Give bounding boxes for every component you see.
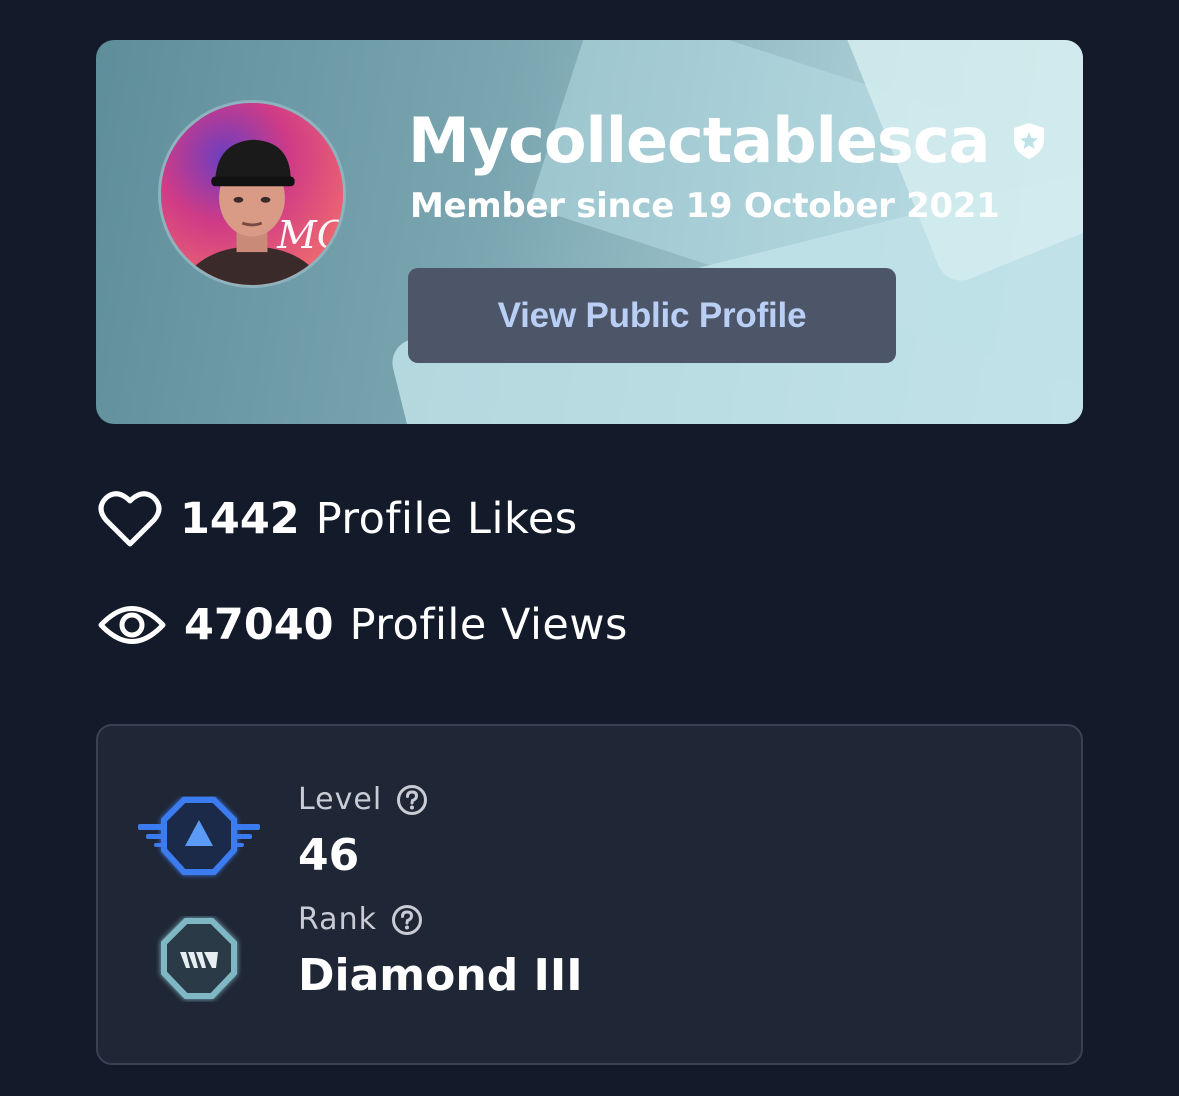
heart-icon[interactable] [98, 490, 162, 548]
level-badge-icon [138, 797, 260, 875]
avatar[interactable]: MC [158, 100, 346, 288]
rank-value: Diamond III [298, 950, 583, 1001]
view-public-profile-button[interactable]: View Public Profile [408, 268, 896, 363]
level-value: 46 [298, 830, 360, 881]
views-label: Profile Views [349, 600, 628, 650]
rank-label: Rank [298, 902, 377, 937]
likes-label: Profile Likes [315, 494, 578, 544]
member-since-text: Member since 19 October 2021 [410, 186, 1000, 226]
likes-count: 1442 [180, 494, 300, 544]
help-icon[interactable] [396, 784, 428, 816]
rank-label-row: Rank [298, 902, 423, 937]
views-count: 47040 [184, 600, 334, 650]
profile-likes-stat: 1442 Profile Likes [98, 490, 578, 548]
profile-page: MC Mycollectablesca Member since 19 Octo… [0, 0, 1179, 1096]
verified-shield-icon [1014, 122, 1045, 159]
eye-icon [98, 606, 166, 644]
rank-badge-icon [161, 918, 237, 999]
level-label-row: Level [298, 782, 428, 817]
level-label: Level [298, 782, 383, 817]
help-icon[interactable] [391, 904, 423, 936]
profile-views-stat: 47040 Profile Views [98, 600, 628, 650]
username: Mycollectablesca [408, 104, 990, 177]
level-rank-card: Level 46 Rank Diamond III [96, 724, 1083, 1065]
svg-text:MC: MC [276, 213, 343, 258]
profile-banner: MC Mycollectablesca Member since 19 Octo… [96, 40, 1083, 424]
